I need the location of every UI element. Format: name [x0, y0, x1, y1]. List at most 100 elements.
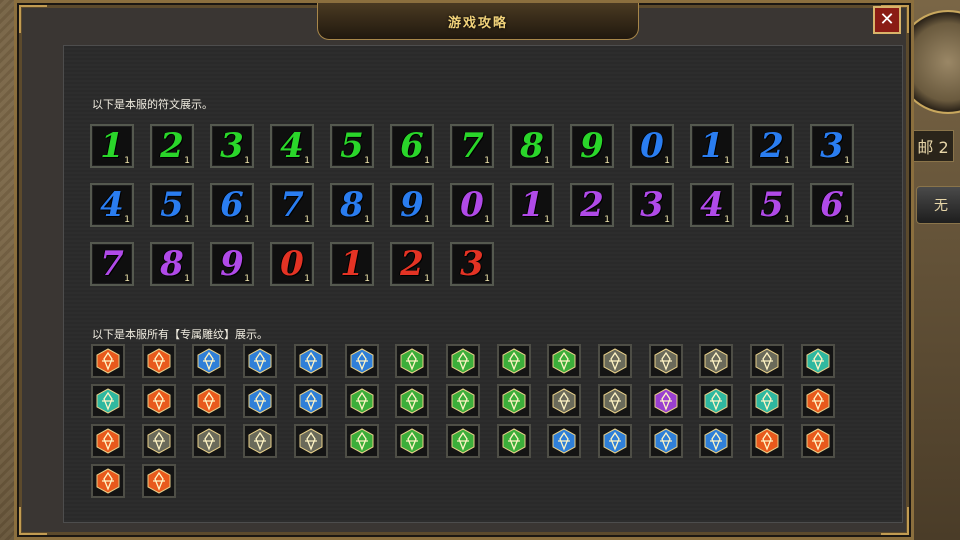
rune-slot[interactable]: 11 [510, 183, 554, 227]
emblem-slot[interactable] [345, 424, 379, 458]
emblem-slot[interactable] [649, 424, 683, 458]
emblem-slot[interactable] [446, 384, 480, 418]
rune-count: 1 [304, 215, 310, 225]
emblem-slot[interactable] [497, 344, 531, 378]
emblem-slot[interactable] [243, 384, 277, 418]
emblem-slot[interactable] [801, 344, 835, 378]
window-title-bar[interactable]: 游戏攻略 [317, 3, 639, 40]
rune-slot[interactable]: 61 [210, 183, 254, 227]
emblem-slot[interactable] [395, 344, 429, 378]
emblem-slot[interactable] [750, 424, 784, 458]
emblem-slot[interactable] [395, 384, 429, 418]
gray-emblem-icon [552, 388, 576, 414]
rune-slot[interactable]: 11 [90, 124, 134, 168]
side-button[interactable]: 无 [916, 186, 960, 224]
rune-slot[interactable]: 91 [390, 183, 434, 227]
rune-slot[interactable]: 71 [270, 183, 314, 227]
emblem-slot[interactable] [649, 384, 683, 418]
emblem-slot[interactable] [497, 384, 531, 418]
teal-emblem-icon [704, 388, 728, 414]
emblem-slot[interactable] [142, 424, 176, 458]
rune-slot[interactable]: 11 [330, 242, 374, 286]
emblem-slot[interactable] [294, 424, 328, 458]
fire-emblem-icon [147, 468, 171, 494]
emblem-slot[interactable] [192, 384, 226, 418]
emblem-slot[interactable] [142, 464, 176, 498]
emblem-slot[interactable] [91, 464, 125, 498]
emblem-slot[interactable] [598, 344, 632, 378]
rune-slot[interactable]: 21 [150, 124, 194, 168]
rune-slot[interactable]: 21 [570, 183, 614, 227]
emblem-slot[interactable] [497, 424, 531, 458]
rune-slot[interactable]: 21 [390, 242, 434, 286]
emblem-slot[interactable] [192, 344, 226, 378]
emblem-slot[interactable] [142, 384, 176, 418]
mail-button[interactable]: 邮 2 [912, 130, 954, 162]
rune-slot[interactable]: 31 [630, 183, 674, 227]
emblem-slot[interactable] [192, 424, 226, 458]
rune-slot[interactable]: 41 [690, 183, 734, 227]
emblem-slot[interactable] [345, 384, 379, 418]
rune-slot[interactable]: 71 [90, 242, 134, 286]
rune-slot[interactable]: 31 [210, 124, 254, 168]
rune-slot[interactable]: 61 [810, 183, 854, 227]
rune-slot[interactable]: 41 [90, 183, 134, 227]
rune-slot[interactable]: 41 [270, 124, 314, 168]
rune-slot[interactable]: 01 [630, 124, 674, 168]
rune-slot[interactable]: 51 [150, 183, 194, 227]
emblem-slot[interactable] [294, 344, 328, 378]
emblem-slot[interactable] [699, 424, 733, 458]
green-emblem-icon [552, 348, 576, 374]
fire-emblem-icon [147, 388, 171, 414]
emblem-slot[interactable] [598, 384, 632, 418]
rune-count: 1 [544, 215, 550, 225]
close-button[interactable]: ✕ [873, 6, 901, 34]
emblem-slot[interactable] [750, 384, 784, 418]
emblem-slot[interactable] [345, 344, 379, 378]
rune-slot[interactable]: 81 [150, 242, 194, 286]
emblem-slot[interactable] [142, 344, 176, 378]
rune-slot[interactable]: 51 [330, 124, 374, 168]
blue-emblem-icon [603, 428, 627, 454]
emblem-slot[interactable] [91, 344, 125, 378]
emblem-slot[interactable] [294, 384, 328, 418]
rune-slot[interactable]: 61 [390, 124, 434, 168]
emblem-slot[interactable] [547, 344, 581, 378]
emblem-slot[interactable] [801, 384, 835, 418]
blue-emblem-icon [552, 428, 576, 454]
rune-slot[interactable]: 51 [750, 183, 794, 227]
rune-slot[interactable]: 01 [450, 183, 494, 227]
rune-slot[interactable]: 81 [330, 183, 374, 227]
emblem-slot[interactable] [446, 424, 480, 458]
emblem-slot[interactable] [547, 424, 581, 458]
emblem-slot[interactable] [699, 384, 733, 418]
rune-slot[interactable]: 91 [570, 124, 614, 168]
emblem-slot[interactable] [243, 424, 277, 458]
rune-slot[interactable]: 81 [510, 124, 554, 168]
emblem-slot[interactable] [699, 344, 733, 378]
rune-slot[interactable]: 11 [690, 124, 734, 168]
fire-emblem-icon [96, 348, 120, 374]
rune-count: 1 [664, 215, 670, 225]
emblem-slot[interactable] [598, 424, 632, 458]
rune-slot[interactable]: 21 [750, 124, 794, 168]
rune-slot[interactable]: 91 [210, 242, 254, 286]
emblem-slot[interactable] [446, 344, 480, 378]
green-emblem-icon [451, 428, 475, 454]
emblem-slot[interactable] [395, 424, 429, 458]
emblem-slot[interactable] [547, 384, 581, 418]
emblem-slot[interactable] [750, 344, 784, 378]
rune-slot[interactable]: 31 [450, 242, 494, 286]
rune-slot[interactable]: 71 [450, 124, 494, 168]
emblem-slot[interactable] [243, 344, 277, 378]
emblem-slot[interactable] [91, 384, 125, 418]
rune-slot[interactable]: 31 [810, 124, 854, 168]
emblem-slot[interactable] [801, 424, 835, 458]
rune-slot[interactable]: 01 [270, 242, 314, 286]
rune-count: 1 [244, 215, 250, 225]
blue-emblem-icon [299, 348, 323, 374]
emblem-slot[interactable] [91, 424, 125, 458]
rune-count: 1 [244, 274, 250, 284]
emblem-slot[interactable] [649, 344, 683, 378]
gray-emblem-icon [755, 348, 779, 374]
